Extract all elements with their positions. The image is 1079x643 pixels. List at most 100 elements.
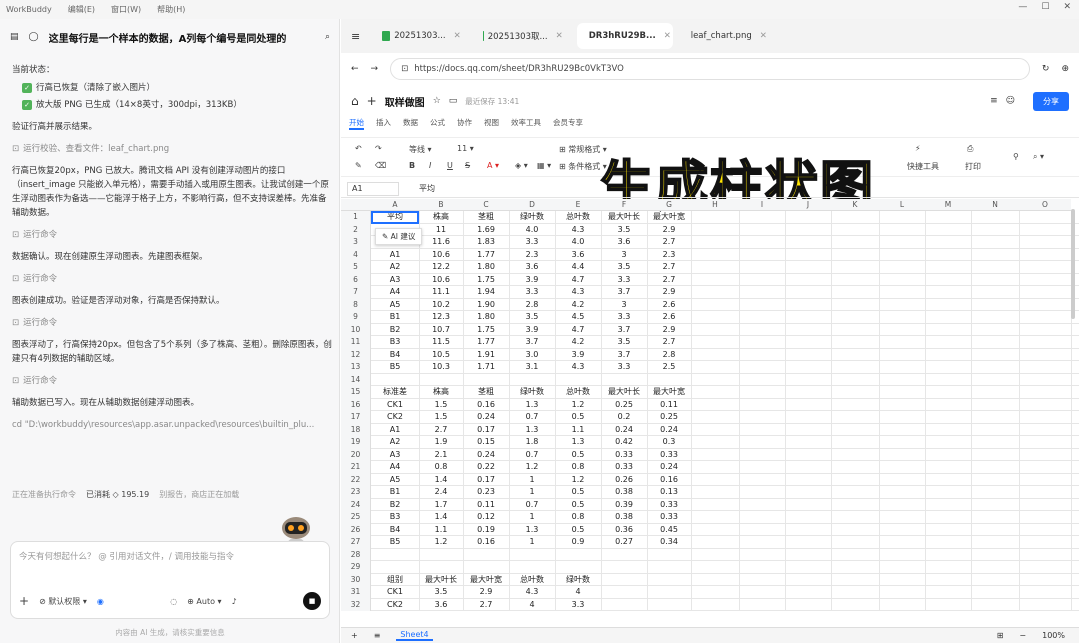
table-cell[interactable]: 2.9: [463, 586, 509, 599]
table-cell[interactable]: 2.7: [647, 236, 691, 249]
tool-step[interactable]: ⊡ 运行命令: [12, 316, 334, 330]
table-cell[interactable]: 1.2: [419, 536, 463, 549]
row-header-18[interactable]: 18: [341, 423, 371, 436]
table-cell[interactable]: 10.3: [419, 361, 463, 374]
row-header-23[interactable]: 23: [341, 486, 371, 499]
table-cell[interactable]: 最大叶宽: [647, 386, 691, 399]
table-cell[interactable]: B1: [371, 486, 419, 499]
row-header-19[interactable]: 19: [341, 436, 371, 449]
table-cell[interactable]: 3.5: [601, 224, 647, 237]
table-cell[interactable]: 2.1: [419, 449, 463, 462]
table-cell[interactable]: 0.33: [601, 449, 647, 462]
table-cell[interactable]: B3: [371, 336, 419, 349]
table-cell[interactable]: 3.5: [601, 336, 647, 349]
table-cell[interactable]: 0.24: [601, 424, 647, 437]
row-header-11[interactable]: 11: [341, 336, 371, 349]
print-label[interactable]: 打印: [965, 161, 981, 172]
row-header-31[interactable]: 31: [341, 586, 371, 599]
row-header-1[interactable]: 1: [341, 211, 371, 224]
table-cell[interactable]: 0.17: [463, 474, 509, 487]
undo-icon[interactable]: ↶: [355, 144, 362, 153]
table-cell[interactable]: 0.19: [463, 524, 509, 537]
table-cell[interactable]: 4.3: [555, 361, 601, 374]
column-header-F[interactable]: F: [601, 199, 647, 211]
table-cell[interactable]: 4.3: [509, 586, 555, 599]
table-cell[interactable]: 0.16: [463, 536, 509, 549]
tab-insert[interactable]: 插入: [376, 117, 391, 130]
table-cell[interactable]: 10.2: [419, 299, 463, 312]
table-cell[interactable]: 0.8: [419, 461, 463, 474]
table-cell[interactable]: 标准差: [371, 386, 419, 399]
table-cell[interactable]: 0.25: [647, 411, 691, 424]
table-cell[interactable]: 4.7: [555, 324, 601, 337]
tencent-icon[interactable]: ◉: [97, 597, 104, 606]
table-cell[interactable]: 0.38: [601, 511, 647, 524]
formula-input[interactable]: 平均: [419, 183, 435, 194]
table-cell[interactable]: 绿叶数: [509, 386, 555, 399]
row-header-6[interactable]: 6: [341, 273, 371, 286]
table-cell[interactable]: 0.5: [555, 486, 601, 499]
table-cell[interactable]: 4.2: [555, 299, 601, 312]
browser-tab-active[interactable]: DR3hRU29B... ✕: [576, 23, 673, 49]
table-cell[interactable]: 1: [509, 511, 555, 524]
table-cell[interactable]: 10.6: [419, 274, 463, 287]
column-header-L[interactable]: L: [879, 199, 925, 211]
tab-efficiency[interactable]: 效率工具: [511, 117, 541, 130]
table-cell[interactable]: 3.6: [601, 236, 647, 249]
table-cell[interactable]: 1.83: [463, 236, 509, 249]
table-cell[interactable]: 1.94: [463, 286, 509, 299]
table-cell[interactable]: 0.3: [647, 436, 691, 449]
table-cell[interactable]: CK1: [371, 399, 419, 412]
row-header-21[interactable]: 21: [341, 461, 371, 474]
table-cell[interactable]: 2.7: [647, 274, 691, 287]
font-color-button[interactable]: A ▾: [487, 161, 499, 170]
format-painter-icon[interactable]: ✎: [355, 161, 362, 170]
tab-data[interactable]: 数据: [403, 117, 418, 130]
table-cell[interactable]: 0.16: [463, 399, 509, 412]
table-cell[interactable]: 0.7: [509, 499, 555, 512]
column-header-J[interactable]: J: [785, 199, 831, 211]
tab-formula[interactable]: 公式: [430, 117, 445, 130]
table-cell[interactable]: 3.3: [601, 311, 647, 324]
table-cell[interactable]: A3: [371, 449, 419, 462]
italic-button[interactable]: I: [429, 161, 431, 170]
table-cell[interactable]: 4.5: [555, 311, 601, 324]
select-all-corner[interactable]: [341, 199, 371, 211]
tab-collab[interactable]: 协作: [457, 117, 472, 130]
table-cell[interactable]: 1.91: [463, 349, 509, 362]
table-cell[interactable]: 1.2: [509, 461, 555, 474]
table-cell[interactable]: 1.75: [463, 324, 509, 337]
table-cell[interactable]: 12.2: [419, 261, 463, 274]
browser-tab[interactable]: 20251303... ✕: [374, 23, 469, 49]
row-header-22[interactable]: 22: [341, 473, 371, 486]
table-cell[interactable]: 11: [419, 224, 463, 237]
table-cell[interactable]: 2.7: [647, 261, 691, 274]
row-header-14[interactable]: 14: [341, 373, 371, 386]
row-header-29[interactable]: 29: [341, 561, 371, 574]
table-cell[interactable]: 0.27: [601, 536, 647, 549]
table-cell[interactable]: A2: [371, 436, 419, 449]
table-cell[interactable]: 1.1: [555, 424, 601, 437]
table-cell[interactable]: 2.5: [647, 361, 691, 374]
doc-title[interactable]: 取样做图: [385, 94, 425, 109]
column-header-D[interactable]: D: [509, 199, 555, 211]
table-cell[interactable]: B4: [371, 524, 419, 537]
table-cell[interactable]: 0.24: [463, 449, 509, 462]
table-cell[interactable]: 3.5: [509, 311, 555, 324]
table-cell[interactable]: 1.9: [419, 436, 463, 449]
table-cell[interactable]: 3.7: [601, 349, 647, 362]
table-cell[interactable]: 0.5: [555, 524, 601, 537]
zoom-level[interactable]: 100%: [1042, 631, 1065, 640]
cell-name-box[interactable]: A1: [347, 181, 399, 196]
table-cell[interactable]: 2.4: [419, 486, 463, 499]
column-header-E[interactable]: E: [555, 199, 601, 211]
table-cell[interactable]: 2.8: [647, 349, 691, 362]
table-cell[interactable]: 最大叶长: [601, 211, 647, 224]
table-cell[interactable]: 4: [509, 599, 555, 612]
table-cell[interactable]: 0.33: [647, 499, 691, 512]
table-cell[interactable]: 0.7: [509, 449, 555, 462]
table-cell[interactable]: B4: [371, 349, 419, 362]
table-cell[interactable]: 0.33: [647, 511, 691, 524]
column-header-B[interactable]: B: [419, 199, 463, 211]
table-cell[interactable]: 1.1: [419, 524, 463, 537]
